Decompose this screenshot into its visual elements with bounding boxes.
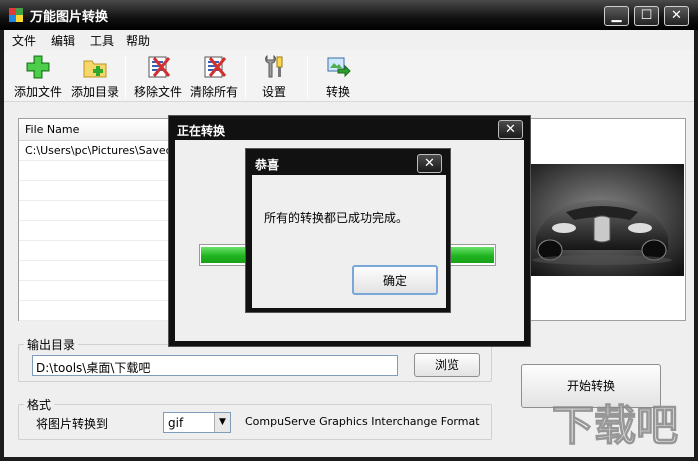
chevron-down-icon[interactable]: ▼ (214, 413, 230, 432)
menu-edit[interactable]: 编辑 (51, 32, 75, 49)
ok-button[interactable]: 确定 (352, 265, 438, 295)
toolbar-separator (307, 56, 308, 98)
file-path: C:\Users\pc\Pictures\Saved P (25, 144, 183, 157)
window-title: 万能图片转换 (30, 10, 109, 25)
output-path-text: D:\tools\桌面\下载吧 (36, 361, 151, 375)
maximize-button[interactable]: ☐ (634, 6, 659, 26)
progress-bar-left (199, 244, 251, 266)
progress-fill (450, 247, 494, 263)
column-file-name: File Name (25, 123, 80, 136)
congrats-dialog-body: 所有的转换都已成功完成。 确定 (252, 175, 446, 308)
menu-tools[interactable]: 工具 (90, 32, 114, 49)
add-folder-button[interactable]: 添加目录 (66, 54, 124, 100)
clear-all-label: 清除所有 (189, 85, 238, 99)
progress-dialog-title: 正在转换 (177, 124, 226, 138)
settings-label: 设置 (261, 85, 286, 99)
output-path-input[interactable]: D:\tools\桌面\下载吧 (32, 355, 398, 376)
format-label: 格式 (24, 396, 55, 413)
convert-icon (327, 57, 351, 78)
browse-button[interactable]: 浏览 (414, 353, 480, 377)
congrats-dialog-title: 恭喜 (255, 158, 280, 172)
congrats-dialog-close-button[interactable]: ✕ (417, 154, 442, 173)
clear-all-button[interactable]: 清除所有 (186, 54, 242, 100)
format-select[interactable]: gif ▼ (163, 412, 231, 433)
convert-button[interactable]: 转换 (318, 54, 358, 100)
folder-add-icon (83, 60, 107, 78)
settings-button[interactable]: 设置 (254, 54, 294, 100)
clear-all-icon (204, 56, 227, 78)
wrench-icon (265, 54, 283, 78)
add-folder-label: 添加目录 (70, 85, 119, 99)
menu-bar: 文件 编辑 工具 帮助 (4, 30, 694, 50)
toolbar-separator (125, 56, 126, 98)
car-preview-image (518, 164, 684, 276)
toolbar-separator (245, 56, 246, 98)
close-button[interactable]: ✕ (664, 6, 689, 26)
toolbar: 添加文件 添加目录 移除文件 清除所有 设置 转换 (4, 50, 694, 102)
add-file-label: 添加文件 (13, 85, 62, 99)
plus-icon (26, 55, 50, 79)
convert-to-label: 将图片转换到 (36, 417, 109, 431)
watermark-logo: 下载吧 (551, 400, 678, 450)
output-label: 输出目录 (24, 336, 79, 353)
title-bar[interactable]: 万能图片转换 ▁ ☐ ✕ (0, 0, 698, 30)
congrats-dialog: 恭喜 ✕ 所有的转换都已成功完成。 确定 (245, 148, 451, 313)
image-preview (516, 118, 686, 321)
progress-bar-right (448, 244, 496, 266)
progress-dialog-close-button[interactable]: ✕ (498, 120, 523, 139)
remove-file-label: 移除文件 (133, 85, 182, 99)
remove-file-icon (148, 56, 171, 78)
progress-fill (201, 247, 249, 263)
congrats-message: 所有的转换都已成功完成。 (264, 211, 409, 225)
menu-help[interactable]: 帮助 (126, 32, 150, 49)
add-file-button[interactable]: 添加文件 (10, 54, 66, 100)
menu-file[interactable]: 文件 (12, 32, 36, 49)
watermark-text: 下载吧 (552, 401, 678, 450)
minimize-button[interactable]: ▁ (604, 6, 629, 26)
remove-file-button[interactable]: 移除文件 (130, 54, 186, 100)
app-icon (9, 8, 23, 22)
format-selected: gif (168, 416, 184, 430)
format-description: CompuServe Graphics Interchange Format (245, 415, 480, 428)
convert-label: 转换 (325, 85, 350, 99)
